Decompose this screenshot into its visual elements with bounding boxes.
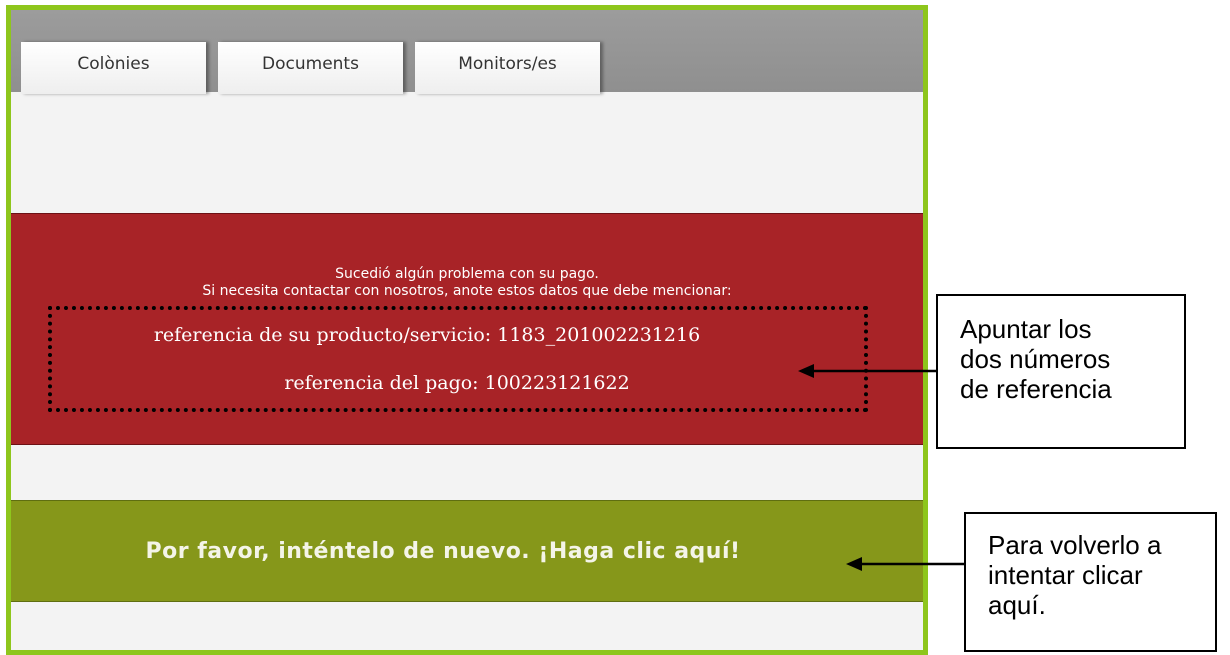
callout-line: de referencia <box>960 374 1112 404</box>
payment-error-panel: Sucedió algún problema con su pago. Si n… <box>11 213 923 445</box>
product-reference-label: referencia de su producto/servicio: <box>153 324 498 346</box>
tab-bar: Colònies Documents Monitors/es <box>11 10 923 94</box>
reference-highlight-box <box>48 306 868 412</box>
callout-line: aquí. <box>988 590 1046 620</box>
error-instructions: Si necesita contactar con nosotros, anot… <box>202 283 732 299</box>
callout-line: intentar clicar <box>988 560 1143 590</box>
error-message: Sucedió algún problema con su pago. <box>335 266 599 282</box>
retry-link[interactable]: Por favor, inténtelo de nuevo. ¡Haga cli… <box>145 539 740 564</box>
callout-retry-note: Para volverlo a intentar clicar aquí. <box>964 512 1217 652</box>
payment-reference-value: 100223121622 <box>484 372 630 394</box>
callout-reference-note: Apuntar los dos números de referencia <box>936 294 1186 449</box>
product-reference-value: 1183_201002231216 <box>497 324 701 346</box>
payment-reference-label: referencia del pago: <box>284 372 485 394</box>
tab-colonies[interactable]: Colònies <box>21 42 206 94</box>
page-frame: Colònies Documents Monitors/es Sucedió a… <box>6 5 928 655</box>
tab-documents[interactable]: Documents <box>218 42 403 94</box>
callout-line: Apuntar los <box>960 314 1092 344</box>
product-reference: referencia de su producto/servicio: 1183… <box>11 324 883 346</box>
tab-monitors[interactable]: Monitors/es <box>415 42 600 94</box>
callout-line: Para volverlo a <box>988 530 1162 560</box>
retry-button[interactable]: Por favor, inténtelo de nuevo. ¡Haga cli… <box>11 500 923 602</box>
callout-line: dos números <box>960 344 1111 374</box>
payment-reference: referencia del pago: 100223121622 <box>11 372 913 394</box>
